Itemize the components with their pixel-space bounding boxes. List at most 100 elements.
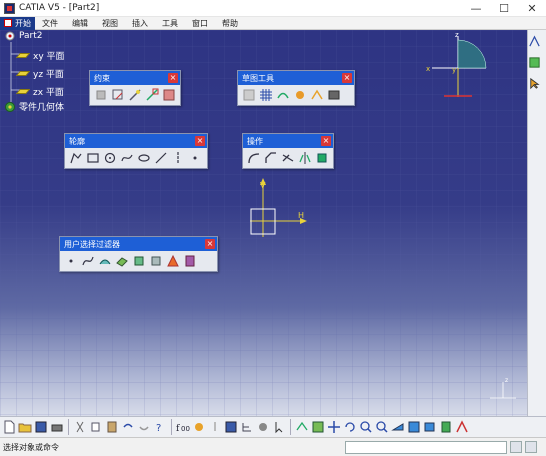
operation-toolbar[interactable]: 操作 × — [242, 133, 334, 169]
project-3d-elements-icon[interactable] — [315, 151, 329, 165]
toolbar-header[interactable]: 操作 × — [243, 134, 333, 148]
zoom-in-icon[interactable] — [359, 420, 373, 434]
tree-item-label: xy 平面 — [33, 52, 65, 62]
dimensional-constraint-icon[interactable] — [310, 88, 324, 102]
menu-edit[interactable]: 编辑 — [65, 18, 95, 29]
knowledge-icon[interactable] — [192, 420, 206, 434]
tree-structure-icon[interactable] — [240, 420, 254, 434]
plane-icon — [15, 71, 31, 76]
thermometer-icon[interactable] — [208, 420, 222, 434]
formula-icon[interactable]: f 00 — [176, 420, 190, 434]
multi-view-icon[interactable] — [407, 420, 421, 434]
point-filter-icon[interactable] — [64, 254, 78, 268]
tree-root-part[interactable]: Part2 — [4, 30, 43, 42]
pan-icon[interactable] — [327, 420, 341, 434]
axis-icon[interactable] — [171, 151, 185, 165]
close-icon[interactable]: × — [342, 73, 352, 83]
menu-window[interactable]: 窗口 — [185, 18, 215, 29]
cursor-icon[interactable] — [528, 77, 541, 90]
corner-icon[interactable] — [247, 151, 261, 165]
work-on-support-icon[interactable] — [183, 254, 197, 268]
constraint-dialog-icon[interactable] — [94, 88, 108, 102]
surface-filter-icon[interactable] — [98, 254, 112, 268]
close-icon[interactable]: × — [205, 239, 215, 249]
command-history-button[interactable] — [510, 441, 522, 453]
close-icon[interactable]: × — [321, 136, 331, 146]
menu-help[interactable]: 帮助 — [215, 18, 245, 29]
quick-select-icon[interactable] — [166, 254, 180, 268]
measure-icon[interactable] — [256, 420, 270, 434]
maximize-button[interactable]: ☐ — [490, 0, 518, 17]
tree-item-yz-plane[interactable]: yz 平面 — [15, 67, 64, 80]
trim-icon[interactable] — [281, 151, 295, 165]
constraint-icon[interactable] — [111, 88, 125, 102]
menu-view[interactable]: 视图 — [95, 18, 125, 29]
whats-this-icon[interactable]: ? — [153, 420, 167, 434]
save-icon[interactable] — [34, 420, 48, 434]
open-folder-icon[interactable] — [18, 420, 32, 434]
toolbar-header[interactable]: 草图工具 × — [238, 71, 354, 85]
ellipse-icon[interactable] — [137, 151, 151, 165]
auto-constraint-icon[interactable] — [162, 88, 176, 102]
fit-all-icon[interactable] — [311, 420, 325, 434]
iso-view-icon[interactable] — [423, 420, 437, 434]
contact-constraint-icon[interactable] — [128, 88, 142, 102]
sketch-tools-toolbar[interactable]: 草图工具 × — [237, 70, 355, 106]
catia-app-icon[interactable] — [4, 2, 15, 14]
exit-workbench-icon[interactable] — [528, 35, 541, 48]
feature-filter-icon[interactable] — [132, 254, 146, 268]
rotate-icon[interactable] — [343, 420, 357, 434]
zoom-out-icon[interactable] — [375, 420, 389, 434]
menu-file[interactable]: 文件 — [35, 18, 65, 29]
tree-item-zx-plane[interactable]: zx 平面 — [15, 85, 64, 98]
normal-view-icon[interactable] — [391, 420, 405, 434]
toolbar-header[interactable]: 轮廓 × — [65, 134, 207, 148]
minimize-button[interactable]: — — [462, 0, 490, 17]
curve-filter-icon[interactable] — [81, 254, 95, 268]
point-icon[interactable] — [188, 151, 202, 165]
undo-icon[interactable] — [121, 420, 135, 434]
line-icon[interactable] — [154, 151, 168, 165]
user-selection-filter-toolbar[interactable]: 用户选择过滤器 × — [59, 236, 218, 272]
tree-item-part-body[interactable]: 零件几何体 — [4, 100, 64, 113]
toolbar-separator — [290, 419, 291, 435]
sketch-icon[interactable] — [528, 56, 541, 69]
circle-icon[interactable] — [103, 151, 117, 165]
new-file-icon[interactable] — [2, 420, 16, 434]
print-icon[interactable] — [50, 420, 64, 434]
paste-icon[interactable] — [105, 420, 119, 434]
geometry-filter-icon[interactable] — [149, 254, 163, 268]
auto-dimension-icon[interactable] — [327, 88, 341, 102]
volume-filter-icon[interactable] — [115, 254, 129, 268]
mirror-icon[interactable] — [298, 151, 312, 165]
chamfer-icon[interactable] — [264, 151, 278, 165]
cut-icon[interactable] — [73, 420, 87, 434]
catalog-icon[interactable] — [224, 420, 238, 434]
copy-icon[interactable] — [89, 420, 103, 434]
close-icon[interactable]: × — [168, 73, 178, 83]
command-stop-button[interactable] — [525, 441, 537, 453]
profile-toolbar[interactable]: 轮廓 × — [64, 133, 208, 169]
constraint-toolbar[interactable]: 约束 × — [89, 70, 181, 106]
snap-to-point-icon[interactable] — [259, 88, 273, 102]
tree-item-xy-plane[interactable]: xy 平面 — [15, 49, 65, 62]
geometric-constraint-icon[interactable] — [293, 88, 307, 102]
fly-mode-icon[interactable] — [295, 420, 309, 434]
construction-element-icon[interactable] — [276, 88, 290, 102]
close-button[interactable]: ✕ — [518, 0, 546, 17]
menu-tools[interactable]: 工具 — [155, 18, 185, 29]
menu-insert[interactable]: 插入 — [125, 18, 155, 29]
fix-together-icon[interactable] — [145, 88, 159, 102]
grid-icon[interactable] — [242, 88, 256, 102]
toolbar-header[interactable]: 用户选择过滤器 × — [60, 237, 217, 251]
shading-icon[interactable] — [439, 420, 453, 434]
start-menu[interactable]: 开始 — [0, 16, 35, 30]
toolbar-header[interactable]: 约束 × — [90, 71, 180, 85]
close-icon[interactable]: × — [195, 136, 205, 146]
redo-icon[interactable] — [137, 420, 151, 434]
profile-icon[interactable] — [69, 151, 83, 165]
rectangle-icon[interactable] — [86, 151, 100, 165]
pointer-icon[interactable] — [272, 420, 286, 434]
command-input[interactable] — [345, 440, 507, 454]
spline-icon[interactable] — [120, 151, 134, 165]
